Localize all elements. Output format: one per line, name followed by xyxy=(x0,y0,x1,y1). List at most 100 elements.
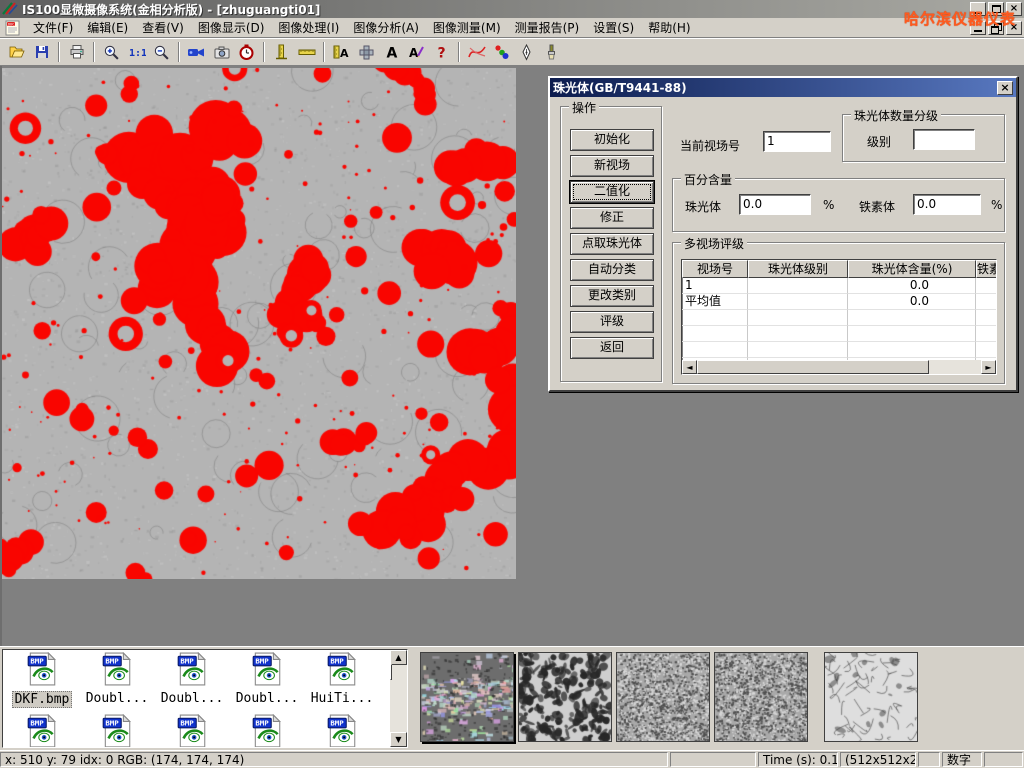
status-empty-3 xyxy=(984,752,1023,767)
dialog-close-icon[interactable]: × xyxy=(997,81,1013,95)
camera-icon[interactable] xyxy=(209,40,234,64)
mdi-minimize-button[interactable] xyxy=(970,21,986,35)
table-row[interactable]: 平均值0.0 xyxy=(682,294,996,310)
zoom-out-icon[interactable] xyxy=(149,40,174,64)
classify-balls-icon[interactable] xyxy=(489,40,514,64)
file-item[interactable]: BMP xyxy=(5,714,79,748)
pearlite-input[interactable]: 0.0 xyxy=(739,194,811,215)
toolbar-separator xyxy=(58,42,60,62)
menu-item[interactable]: 帮助(H) xyxy=(641,17,697,38)
maximize-button[interactable] xyxy=(988,2,1004,16)
scroll-left-icon[interactable]: ◄ xyxy=(682,360,697,374)
menu-item[interactable]: 文件(F) xyxy=(26,17,80,38)
annotate-icon[interactable]: A xyxy=(404,40,429,64)
help-icon[interactable]: ? xyxy=(429,40,454,64)
table-row[interactable] xyxy=(682,342,996,358)
scroll-track[interactable] xyxy=(929,360,981,374)
zoom-in-icon[interactable] xyxy=(99,40,124,64)
op-button-3[interactable]: 二值化 xyxy=(570,181,654,203)
print-icon[interactable] xyxy=(64,40,89,64)
merge-grid-icon[interactable] xyxy=(354,40,379,64)
grade-group: 珠光体数量分级 级别 xyxy=(842,114,1005,162)
op-button-9[interactable]: 返回 xyxy=(570,337,654,359)
scroll-down-icon[interactable]: ▼ xyxy=(390,732,407,747)
open-folder-icon[interactable] xyxy=(4,40,29,64)
close-button[interactable]: × xyxy=(1006,2,1022,16)
scroll-right-icon[interactable]: ► xyxy=(981,360,996,374)
file-item[interactable]: BMPDoubl... xyxy=(80,652,154,708)
menu-item[interactable]: 设置(S) xyxy=(586,17,641,38)
op-button-7[interactable]: 更改类别 xyxy=(570,285,654,307)
table-header[interactable]: 珠光体含量(%) xyxy=(848,260,976,278)
thumb-4[interactable] xyxy=(714,652,808,742)
svg-text:DOC: DOC xyxy=(8,22,14,26)
op-button-5[interactable]: 点取珠光体 xyxy=(570,233,654,255)
scroll-up-icon[interactable]: ▲ xyxy=(390,650,407,665)
title-bar[interactable]: IS100显微摄像系统(金相分析版) - [zhuguangti01] × xyxy=(0,0,1024,18)
menu-item[interactable]: 图像分析(A) xyxy=(346,17,426,38)
file-item[interactable]: BMP xyxy=(230,714,304,748)
op-button-8[interactable]: 评级 xyxy=(570,311,654,333)
metallographic-image-binarized[interactable] xyxy=(2,68,516,579)
table-row[interactable] xyxy=(682,310,996,326)
thumb-5[interactable] xyxy=(824,652,918,742)
toolbar-separator xyxy=(458,42,460,62)
table-horizontal-scrollbar[interactable]: ◄ ► xyxy=(682,360,996,374)
delete-curve-icon[interactable] xyxy=(464,40,489,64)
pen-icon[interactable] xyxy=(514,40,539,64)
table-header[interactable]: 珠光体级别 xyxy=(748,260,848,278)
table-header[interactable]: 铁素体含量(%) xyxy=(976,260,997,278)
menu-item[interactable]: 测量报告(P) xyxy=(508,17,587,38)
svg-text:BMP: BMP xyxy=(255,719,269,728)
table-row[interactable] xyxy=(682,326,996,342)
save-icon[interactable] xyxy=(29,40,54,64)
file-item[interactable]: BMPHuiTi... xyxy=(305,652,379,708)
thumb-2[interactable] xyxy=(518,652,612,742)
dialog-title-bar[interactable]: 珠光体(GB/T9441-88) × xyxy=(550,78,1016,97)
video-camera-icon[interactable] xyxy=(184,40,209,64)
menu-item[interactable]: 图像处理(I) xyxy=(271,17,346,38)
timer-icon[interactable] xyxy=(234,40,259,64)
table-row[interactable]: 10.0 xyxy=(682,278,996,294)
caliper-icon[interactable] xyxy=(269,40,294,64)
brush-icon[interactable] xyxy=(539,40,564,64)
ferrite-input[interactable]: 0.0 xyxy=(913,194,981,215)
scroll-thumb[interactable] xyxy=(697,360,929,374)
file-item[interactable]: BMPDoubl... xyxy=(155,652,229,708)
grade-input[interactable] xyxy=(913,129,975,150)
mdi-restore-button[interactable] xyxy=(988,21,1004,35)
file-item[interactable]: BMP xyxy=(155,714,229,748)
bmp-file-icon: BMP xyxy=(176,714,208,748)
menu-item[interactable]: 编辑(E) xyxy=(80,17,135,38)
thumb-1[interactable] xyxy=(420,652,514,742)
menu-item[interactable]: 查看(V) xyxy=(135,17,191,38)
file-list-scrollbar[interactable]: ▲ ▼ xyxy=(390,650,407,747)
file-item[interactable]: BMPDoubl... xyxy=(230,652,304,708)
op-button-4[interactable]: 修正 xyxy=(570,207,654,229)
op-button-2[interactable]: 新视场 xyxy=(570,155,654,177)
multifield-table[interactable]: 视场号珠光体级别珠光体含量(%)铁素体含量(%) 10.0平均值0.0 ◄ ► xyxy=(681,259,997,375)
text-a-icon[interactable]: A xyxy=(379,40,404,64)
bmp-file-icon: BMP xyxy=(101,652,133,689)
minimize-button[interactable] xyxy=(970,2,986,16)
bmp-file-icon: BMP xyxy=(251,714,283,748)
thumb-3[interactable] xyxy=(616,652,710,742)
file-item[interactable]: BMP xyxy=(80,714,154,748)
current-field-input[interactable]: 1 xyxy=(763,131,831,152)
op-button-1[interactable]: 初始化 xyxy=(570,129,654,151)
file-list[interactable]: BMPDKF.bmpBMPDoubl...BMPDoubl...BMPDoubl… xyxy=(2,649,408,748)
scroll-thumb[interactable] xyxy=(390,664,392,680)
menu-item[interactable]: 图像显示(D) xyxy=(191,17,272,38)
table-header[interactable]: 视场号 xyxy=(682,260,748,278)
measure-text-icon[interactable]: A xyxy=(329,40,354,64)
menu-item[interactable]: 图像测量(M) xyxy=(426,17,508,38)
file-item[interactable]: BMP xyxy=(305,714,379,748)
actual-size-icon[interactable]: 1:1 xyxy=(124,40,149,64)
file-item[interactable]: BMPDKF.bmp xyxy=(5,652,79,708)
op-button-6[interactable]: 自动分类 xyxy=(570,259,654,281)
mdi-close-button[interactable]: × xyxy=(1006,21,1022,35)
table-cell xyxy=(682,310,748,326)
status-empty-2 xyxy=(918,752,940,767)
ruler-icon[interactable] xyxy=(294,40,319,64)
svg-text:1:1: 1:1 xyxy=(129,48,146,59)
